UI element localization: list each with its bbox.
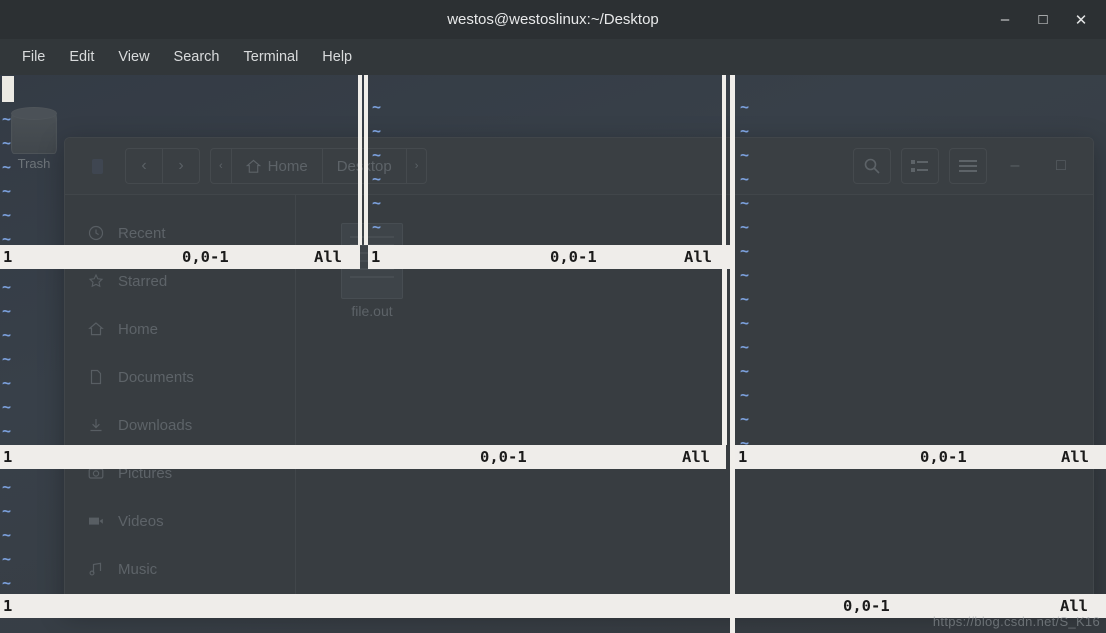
statusline-line: 1 <box>3 597 13 615</box>
vim-cursor <box>2 76 14 102</box>
terminal-window: Trash file.out ‹ › ‹ <box>0 0 1106 633</box>
menu-item-search[interactable]: Search <box>164 46 230 68</box>
vim-tilde: ~ <box>372 218 382 236</box>
menu-item-edit[interactable]: Edit <box>59 46 104 68</box>
window-titlebar: westos@westoslinux:~/Desktop – □ ✕ <box>0 0 1106 39</box>
statusline-scroll: All <box>684 248 712 266</box>
statusline-position: 0,0-1 <box>182 248 229 266</box>
statusline-position: 0,0-1 <box>480 448 527 466</box>
minimize-button[interactable]: – <box>986 0 1024 39</box>
statusline-line: 1 <box>3 448 13 466</box>
vim-split-separator[interactable] <box>722 75 726 245</box>
vim-tilde: ~ <box>2 350 12 368</box>
vim-tilde: ~ <box>740 242 750 260</box>
vim-statusline: 1 0,0-1 All <box>735 445 1106 469</box>
terminal-overlay: westos@westoslinux:~/Desktop – □ ✕ File … <box>0 0 1106 633</box>
window-controls: – □ ✕ <box>986 0 1106 39</box>
statusline-position: 0,0-1 <box>843 597 890 615</box>
vim-tilde: ~ <box>740 410 750 428</box>
vim-tilde: ~ <box>740 170 750 188</box>
vim-tilde: ~ <box>2 134 12 152</box>
window-title: westos@westoslinux:~/Desktop <box>447 11 659 28</box>
vim-split-separator[interactable] <box>364 75 368 245</box>
statusline-scroll: All <box>1061 448 1089 466</box>
statusline-scroll: All <box>1060 597 1088 615</box>
vim-tilde: ~ <box>740 386 750 404</box>
menu-item-view[interactable]: View <box>108 46 159 68</box>
vim-tilde: ~ <box>740 98 750 116</box>
vim-tilde: ~ <box>2 526 12 544</box>
vim-tilde: ~ <box>2 398 12 416</box>
menu-bar: File Edit View Search Terminal Help <box>0 39 1106 75</box>
vim-split-separator[interactable] <box>722 269 727 445</box>
maximize-button[interactable]: □ <box>1024 0 1062 39</box>
statusline-scroll: All <box>682 448 710 466</box>
vim-tilde: ~ <box>2 206 12 224</box>
statusline-line: 1 <box>738 448 748 466</box>
vim-tilde: ~ <box>2 502 12 520</box>
vim-tilde: ~ <box>372 194 382 212</box>
vim-editor[interactable]: ~ ~ ~ ~ ~ ~ ~ ~ ~ ~ ~ ~ ~ ~ ~ ~ ~ ~ ~ ~ … <box>0 75 1106 633</box>
vim-tilde: ~ <box>372 122 382 140</box>
menu-item-file[interactable]: File <box>12 46 55 68</box>
vim-tilde: ~ <box>2 374 12 392</box>
vim-tilde: ~ <box>740 122 750 140</box>
vim-tilde: ~ <box>740 194 750 212</box>
vim-tilde: ~ <box>2 158 12 176</box>
menu-item-terminal[interactable]: Terminal <box>234 46 309 68</box>
watermark: https://blog.csdn.net/S_K16 <box>932 614 1100 629</box>
vim-tilde: ~ <box>2 478 12 496</box>
vim-split-separator[interactable] <box>730 75 735 633</box>
vim-tilde: ~ <box>740 218 750 236</box>
statusline-position: 0,0-1 <box>550 248 597 266</box>
vim-tilde: ~ <box>740 338 750 356</box>
vim-statusline: 1 0,0-1 All <box>368 245 730 269</box>
vim-tilde: ~ <box>2 182 12 200</box>
vim-tilde: ~ <box>2 278 12 296</box>
vim-tilde: ~ <box>2 574 12 592</box>
menu-item-help[interactable]: Help <box>312 46 362 68</box>
statusline-line: 1 <box>371 248 381 266</box>
vim-split-separator[interactable] <box>358 75 362 245</box>
vim-tilde: ~ <box>2 110 12 128</box>
vim-tilde: ~ <box>2 550 12 568</box>
vim-tilde: ~ <box>740 290 750 308</box>
vim-tilde: ~ <box>2 302 12 320</box>
close-button[interactable]: ✕ <box>1062 0 1100 39</box>
vim-statusline: 1 0,0-1 All <box>0 245 360 269</box>
vim-tilde: ~ <box>740 362 750 380</box>
vim-tilde: ~ <box>740 266 750 284</box>
statusline-line: 1 <box>3 248 13 266</box>
vim-tilde: ~ <box>372 98 382 116</box>
vim-tilde: ~ <box>372 170 382 188</box>
vim-tilde: ~ <box>372 146 382 164</box>
vim-statusline: 1 0,0-1 All <box>0 445 726 469</box>
vim-tilde: ~ <box>2 326 12 344</box>
vim-tilde: ~ <box>2 422 12 440</box>
statusline-scroll: All <box>314 248 342 266</box>
statusline-position: 0,0-1 <box>920 448 967 466</box>
vim-tilde: ~ <box>740 146 750 164</box>
vim-tilde: ~ <box>740 314 750 332</box>
